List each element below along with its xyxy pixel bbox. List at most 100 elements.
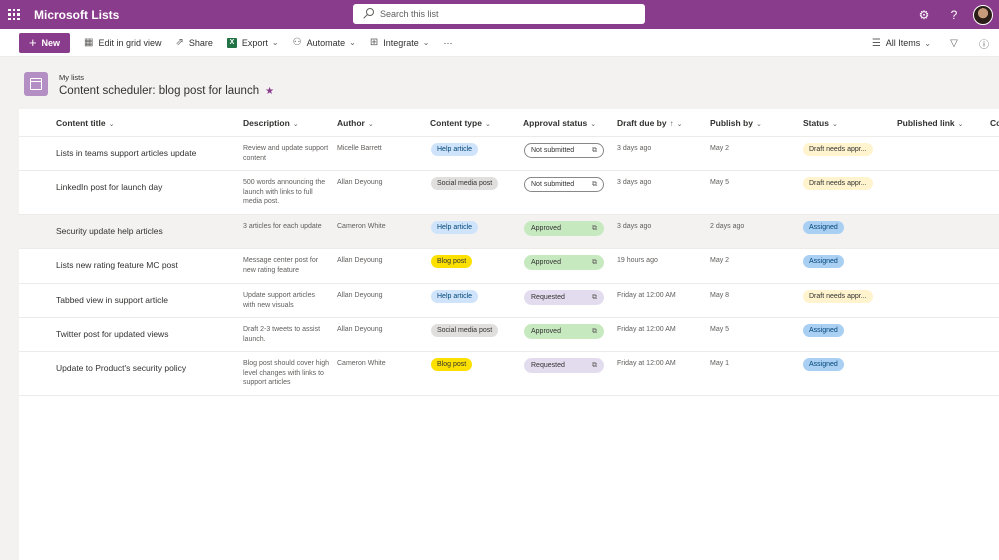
table-row[interactable]: Security update help articles 3 articles … xyxy=(19,215,999,249)
view-switcher[interactable]: ☰ All Items ⌄ xyxy=(872,38,931,49)
integrate-button[interactable]: ⊞ Integrate ⌄ xyxy=(370,37,430,48)
breadcrumb[interactable]: My lists xyxy=(59,73,84,82)
draft-due-cell: 3 days ago xyxy=(617,145,652,152)
help-icon[interactable]: ? xyxy=(939,8,969,22)
content-title-cell[interactable]: Lists new rating feature MC post xyxy=(56,260,178,270)
description-cell: 500 words announcing the launch with lin… xyxy=(243,179,326,205)
table-row[interactable]: Tabbed view in support article Update sup… xyxy=(19,284,999,318)
content-title-cell[interactable]: LinkedIn post for launch day xyxy=(56,182,162,192)
open-icon: ⧉ xyxy=(592,258,597,266)
approval-status-badge[interactable]: Requested ⧉ xyxy=(524,290,604,305)
automate-button[interactable]: ⚇ Automate ⌄ xyxy=(293,37,356,48)
integrate-icon: ⊞ xyxy=(369,37,379,48)
chevron-down-icon: ⌄ xyxy=(924,38,931,48)
author-cell: Allan Deyoung xyxy=(337,179,383,186)
list-header: My lists Content scheduler: blog post fo… xyxy=(19,57,999,109)
draft-due-cell: Friday at 12:00 AM xyxy=(617,292,676,299)
column-header-status[interactable]: Status ⌄ xyxy=(803,118,838,128)
search-icon xyxy=(363,8,375,20)
chevron-down-icon: ⌄ xyxy=(349,38,356,47)
automate-icon: ⚇ xyxy=(292,37,302,48)
list-title-text: Content scheduler: blog post for launch xyxy=(59,85,260,97)
approval-status-badge[interactable]: Approved ⧉ xyxy=(524,324,604,339)
app-name[interactable]: Microsoft Lists xyxy=(34,8,119,22)
content-type-badge: Social media post xyxy=(431,177,499,190)
open-icon: ⧉ xyxy=(592,327,597,335)
share-label: Share xyxy=(188,37,213,48)
column-header-row: Content title ⌄ Description ⌄ Author ⌄ Cont… xyxy=(19,109,999,137)
column-header-author[interactable]: Author ⌄ xyxy=(337,118,374,128)
status-badge: Draft needs appr... xyxy=(803,177,873,190)
description-cell: Draft 2-3 tweets to assist launch. xyxy=(243,326,321,343)
column-header-draft-due-by[interactable]: Draft due by ↑ ⌄ xyxy=(617,118,682,128)
content-type-badge: Blog post xyxy=(431,255,473,268)
app-launcher-icon[interactable] xyxy=(0,0,28,29)
column-header-published-link[interactable]: Published link ⌄ xyxy=(897,118,964,128)
publish-by-cell: May 8 xyxy=(710,292,730,299)
content-title-cell[interactable]: Twitter post for updated views xyxy=(56,329,168,339)
column-header-content-type[interactable]: Content type ⌄ xyxy=(430,118,491,128)
approval-status-label: Requested xyxy=(531,362,565,369)
approval-status-badge[interactable]: Not submitted ⧉ xyxy=(524,143,604,158)
filter-icon[interactable]: ▽ xyxy=(939,38,969,49)
content-title-cell[interactable]: Lists in teams support articles update xyxy=(56,148,196,158)
content-type-badge: Help article xyxy=(431,143,479,156)
share-button[interactable]: ⇗ Share xyxy=(175,37,212,48)
table-row[interactable]: Twitter post for updated views Draft 2-3 … xyxy=(19,318,999,352)
draft-due-cell: 3 days ago xyxy=(617,179,652,186)
content-title-cell[interactable]: Security update help articles xyxy=(56,226,163,236)
approval-status-label: Requested xyxy=(531,294,565,301)
table-row[interactable]: Lists new rating feature MC post Message … xyxy=(19,249,999,284)
column-header-publish-by[interactable]: Publish by ⌄ xyxy=(710,118,762,128)
list-grid: Content title ⌄ Description ⌄ Author ⌄ Cont… xyxy=(19,109,999,560)
chevron-down-icon: ⌄ xyxy=(676,121,683,128)
open-icon: ⧉ xyxy=(592,146,597,154)
content-title-cell[interactable]: Tabbed view in support article xyxy=(56,295,168,305)
suite-bar: Microsoft Lists Search this list ⚙ ? xyxy=(0,0,999,29)
column-header-description[interactable]: Description ⌄ xyxy=(243,118,299,128)
table-row[interactable]: LinkedIn post for launch day 500 words an… xyxy=(19,171,999,215)
integrate-label: Integrate xyxy=(383,37,419,48)
chevron-down-icon: ⌄ xyxy=(484,121,491,128)
list-view-icon: ☰ xyxy=(871,37,881,49)
favorite-star-icon[interactable]: ★ xyxy=(265,86,274,97)
table-row[interactable]: Lists in teams support articles update Re… xyxy=(19,137,999,171)
export-button[interactable]: X Export ⌄ xyxy=(226,37,279,48)
content-type-badge: Social media post xyxy=(431,324,499,337)
publish-by-cell: May 2 xyxy=(710,257,730,264)
view-label: All Items xyxy=(885,38,921,48)
table-row[interactable]: Update to Product's security policy Blog … xyxy=(19,352,999,396)
approval-status-badge[interactable]: Not submitted ⧉ xyxy=(524,177,604,192)
column-header-content-title[interactable]: Content title ⌄ xyxy=(56,118,114,128)
content-title-cell[interactable]: Update to Product's security policy xyxy=(56,363,186,373)
approval-status-badge[interactable]: Approved ⧉ xyxy=(524,221,604,236)
open-icon: ⧉ xyxy=(592,361,597,369)
search-input[interactable]: Search this list xyxy=(380,9,439,19)
chevron-down-icon: ⌄ xyxy=(590,121,597,128)
chevron-down-icon: ⌄ xyxy=(755,121,762,128)
publish-by-cell: 2 days ago xyxy=(710,223,745,230)
new-button[interactable]: + New xyxy=(19,32,70,53)
publish-by-cell: May 1 xyxy=(710,360,730,367)
description-cell: Blog post should cover high level change… xyxy=(243,360,329,386)
info-icon[interactable]: ⓘ xyxy=(969,36,999,51)
search-box[interactable]: Search this list xyxy=(353,4,645,24)
approval-status-label: Not submitted xyxy=(531,147,575,154)
author-cell: Cameron White xyxy=(337,223,386,230)
status-badge: Draft needs appr... xyxy=(803,143,873,156)
page-title: Content scheduler: blog post for launch ★ xyxy=(59,85,274,97)
publish-by-cell: May 2 xyxy=(710,145,730,152)
open-icon: ⧉ xyxy=(592,293,597,301)
gear-icon[interactable]: ⚙ xyxy=(909,8,939,22)
edit-grid-view-button[interactable]: ▦ Edit in grid view xyxy=(84,37,161,48)
column-header-approval-status[interactable]: Approval status ⌄ xyxy=(523,118,596,128)
approval-status-label: Not submitted xyxy=(531,181,575,188)
avatar[interactable] xyxy=(973,4,993,25)
description-cell: 3 articles for each update xyxy=(243,223,322,230)
author-cell: Micelle Barrett xyxy=(337,145,382,152)
more-actions-button[interactable]: ··· xyxy=(443,38,452,48)
column-header-truncated[interactable]: Co xyxy=(990,118,999,128)
approval-status-badge[interactable]: Approved ⧉ xyxy=(524,255,604,270)
approval-status-badge[interactable]: Requested ⧉ xyxy=(524,358,604,373)
status-badge: Assigned xyxy=(803,324,844,337)
